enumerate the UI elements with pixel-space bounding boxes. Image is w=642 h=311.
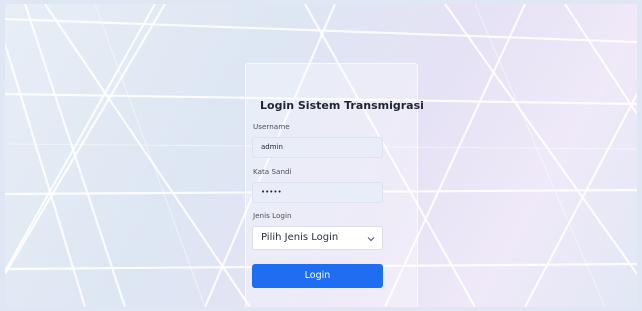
login-type-label: Jenis Login — [253, 211, 292, 220]
password-label: Kata Sandi — [253, 167, 292, 176]
password-field[interactable]: ••••• — [252, 182, 383, 203]
background-frame: Login Sistem Transmigrasi Username admin… — [5, 4, 637, 307]
username-field[interactable]: admin — [252, 137, 383, 158]
login-card: Login Sistem Transmigrasi Username admin… — [245, 63, 424, 307]
username-label: Username — [253, 122, 290, 131]
chevron-down-icon — [367, 237, 375, 242]
login-title: Login Sistem Transmigrasi — [260, 99, 424, 112]
login-type-select[interactable]: Pilih Jenis Login — [252, 226, 383, 250]
login-button[interactable]: Login — [252, 264, 383, 288]
login-type-selected-value: Pilih Jenis Login — [261, 232, 339, 243]
